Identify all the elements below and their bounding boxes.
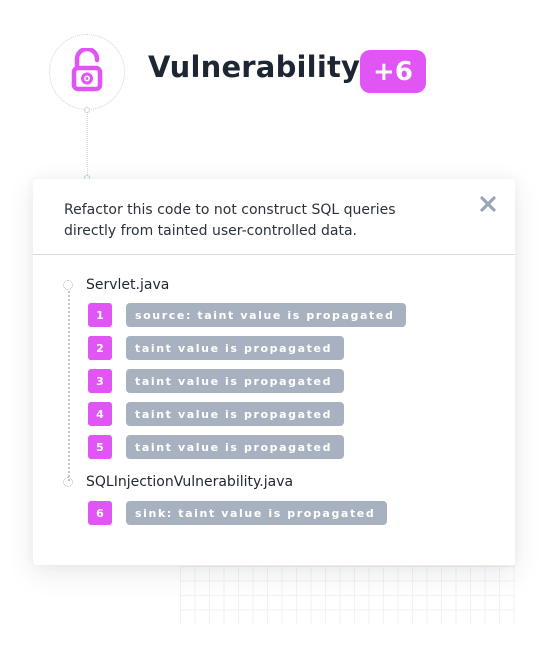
step-label: taint value is propagated — [126, 369, 345, 393]
flow-step[interactable]: 6 sink: taint value is propagated — [88, 501, 388, 525]
step-label: taint value is propagated — [126, 336, 345, 360]
unlocked-padlock-icon — [69, 46, 105, 96]
close-button[interactable] — [477, 195, 499, 217]
step-number: 3 — [88, 369, 112, 393]
flow-step[interactable]: 2 taint value is propagated — [88, 336, 345, 360]
step-label: taint value is propagated — [126, 435, 345, 459]
step-label: taint value is propagated — [126, 402, 345, 426]
background-grid — [180, 566, 515, 624]
step-label: sink: taint value is propagated — [126, 501, 388, 525]
flow-step[interactable]: 4 taint value is propagated — [88, 402, 345, 426]
step-number: 4 — [88, 402, 112, 426]
page-title: Vulnerability — [148, 50, 361, 84]
file-node-icon — [63, 477, 73, 487]
flow-step[interactable]: 5 taint value is propagated — [88, 435, 345, 459]
vulnerability-card: Refactor this code to not construct SQL … — [33, 179, 515, 565]
flow-tree-line — [68, 291, 70, 481]
count-badge: +6 — [360, 50, 426, 93]
step-number: 6 — [88, 501, 112, 525]
file-name: SQLInjectionVulnerability.java — [86, 474, 294, 490]
step-number: 1 — [88, 303, 112, 327]
file-item[interactable]: SQLInjectionVulnerability.java — [63, 474, 293, 490]
card-header: Refactor this code to not construct SQL … — [33, 179, 515, 255]
close-icon — [480, 196, 496, 216]
connector-line — [87, 112, 88, 175]
flow-step[interactable]: 1 source: taint value is propagated — [88, 303, 407, 327]
vulnerability-icon-ring — [49, 34, 125, 110]
issue-message: Refactor this code to not construct SQL … — [64, 202, 396, 239]
step-label: source: taint value is propagated — [126, 303, 407, 327]
file-item[interactable]: Servlet.java — [63, 277, 169, 293]
step-number: 2 — [88, 336, 112, 360]
file-name: Servlet.java — [86, 277, 170, 293]
step-number: 5 — [88, 435, 112, 459]
file-node-icon — [63, 280, 73, 290]
flow-step[interactable]: 3 taint value is propagated — [88, 369, 345, 393]
